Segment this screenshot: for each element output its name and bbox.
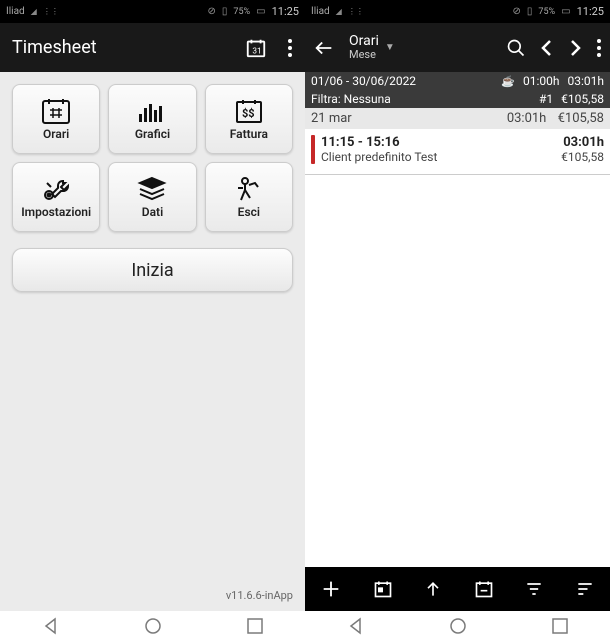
filter-icon[interactable] [524,579,544,599]
more-icon[interactable] [287,38,293,58]
entry-time: 11:15 - 15:16 [321,135,400,150]
svg-text:$$: $$ [242,107,255,120]
view-subtitle: Mese [349,49,379,61]
carrier-label: Iliad [6,6,25,17]
nav-recent-icon[interactable] [246,617,264,639]
date-range: 01/06 - 30/06/2022 [311,74,416,88]
signal-icon: ◢ [336,7,342,16]
battery-pct: 75% [538,7,555,17]
nav-back-icon[interactable] [41,616,61,640]
clock: 11:25 [272,5,299,18]
nav-bar [305,611,610,644]
detail-app-bar: Orari Mese ▼ [305,23,610,72]
layers-icon [137,175,167,203]
nav-back-icon[interactable] [346,616,366,640]
dropdown-icon: ▼ [385,42,395,53]
wifi-icon: ⋮⋮ [348,7,364,16]
version-label: v11.6.6-inApp [226,589,293,602]
carrier-label: Iliad [311,6,330,17]
dnd-icon: ⊘ [513,6,521,17]
bottom-toolbar [305,567,610,611]
time-entry[interactable]: 11:15 - 15:16 03:01h Client predefinito … [305,129,610,170]
summary-row-2: Filtra: Nessuna #1 €105,58 [305,90,610,108]
nav-recent-icon[interactable] [551,617,569,639]
sort-icon[interactable] [575,579,595,599]
view-title: Orari [349,34,379,49]
nav-home-icon[interactable] [448,616,468,640]
calendar-today-icon[interactable]: 31 [245,37,267,59]
cup-icon: ☕ [501,75,515,88]
signal-icon: ◢ [31,7,37,16]
calendar-minus-icon[interactable] [474,579,494,599]
bars-icon [137,97,167,125]
status-bar: Iliad ◢ ⋮⋮ ⊘ ▯ 75% ▭ 11:25 [0,0,305,23]
add-icon[interactable] [320,578,342,600]
tile-label: Fattura [230,127,268,141]
start-button[interactable]: Inizia [12,248,293,292]
start-label: Inizia [131,260,173,281]
day-date: 21 mar [311,111,352,126]
calendar-hash-icon [41,97,71,125]
up-arrow-icon[interactable] [423,579,443,599]
filter-label: Filtra: [311,92,341,106]
nav-bar [0,611,305,644]
tile-label: Esci [238,205,260,219]
wifi-icon: ⋮⋮ [43,7,59,16]
tile-label: Grafici [135,127,170,141]
nav-home-icon[interactable] [143,616,163,640]
tile-label: Orari [43,127,69,141]
svg-text:31: 31 [252,46,261,56]
rotate-icon: ▯ [527,6,533,17]
clock: 11:25 [577,5,604,18]
battery-pct: 75% [233,7,250,17]
phone-left: Iliad ◢ ⋮⋮ ⊘ ▯ 75% ▭ 11:25 Timesheet 31 [0,0,305,644]
calendar-today-icon[interactable] [373,579,393,599]
entry-amount: €105,58 [561,150,604,164]
tile-grafici[interactable]: Grafici [108,84,196,154]
tile-orari[interactable]: Orari [12,84,100,154]
more-icon[interactable] [596,38,602,58]
entry-hours: 03:01h [563,135,604,150]
app-title: Timesheet [12,37,97,58]
search-icon[interactable] [506,38,526,58]
day-header: 21 mar 03:01h €105,58 [305,108,610,129]
day-hours: 03:01h [507,111,547,126]
tile-esci[interactable]: Esci [205,162,293,232]
dnd-icon: ⊘ [208,6,216,17]
divider [305,174,610,175]
tile-label: Impostazioni [21,205,91,219]
exit-icon [235,175,263,203]
tile-impostazioni[interactable]: Impostazioni [12,162,100,232]
status-bar: Iliad ◢ ⋮⋮ ⊘ ▯ 75% ▭ 11:25 [305,0,610,23]
phone-right: Iliad ◢ ⋮⋮ ⊘ ▯ 75% ▭ 11:25 Orari Mese ▼ [305,0,610,644]
total-hours: 03:01h [568,74,605,88]
entry-client: Client predefinito Test [321,150,437,164]
battery-icon: ▭ [561,6,570,17]
total-amount: €105,58 [561,92,604,106]
back-icon[interactable] [313,37,335,59]
view-selector[interactable]: Orari Mese ▼ [349,34,492,61]
prev-icon[interactable] [540,39,554,57]
invoice-icon: $$ [234,97,264,125]
tile-dati[interactable]: Dati [108,162,196,232]
entry-color-bar [311,135,315,164]
battery-icon: ▭ [256,6,265,17]
summary-row-1: 01/06 - 30/06/2022 ☕ 01:00h 03:01h [305,72,610,90]
filter-value: Nessuna [344,92,391,106]
day-amount: €105,58 [558,111,604,126]
settings-icon [41,175,71,203]
count: #1 [539,92,553,106]
tile-label: Dati [142,205,163,219]
tile-fattura[interactable]: $$ Fattura [205,84,293,154]
break-hours: 01:00h [523,74,560,88]
rotate-icon: ▯ [222,6,228,17]
app-bar: Timesheet 31 [0,23,305,72]
next-icon[interactable] [568,39,582,57]
